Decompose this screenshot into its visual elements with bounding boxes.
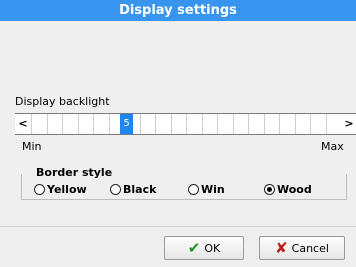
radio-circle (110, 184, 121, 195)
slider-tick (109, 114, 110, 134)
radio-label: Win (201, 183, 225, 196)
slider-decrease-arrow[interactable]: < (15, 114, 31, 134)
ok-label: OK (204, 241, 221, 255)
slider-tick (217, 114, 218, 134)
checkmark-icon: ✔ (187, 238, 201, 257)
slider-tick (326, 114, 327, 134)
slider-tick (31, 114, 32, 134)
slider-min-label: Min (22, 140, 42, 153)
slider-tick (264, 114, 265, 134)
slider-tick (47, 114, 48, 134)
slider-tick (233, 114, 234, 134)
slider-tick (202, 114, 203, 134)
border-style-title: Border style (35, 166, 114, 179)
slider-increase-arrow[interactable]: > (341, 114, 356, 134)
cancel-label: Cancel (291, 241, 329, 255)
slider-thumb[interactable]: 5 (120, 114, 133, 134)
slider-tick (310, 114, 311, 134)
cancel-button[interactable]: ✘ Cancel (259, 236, 345, 260)
slider-tick (155, 114, 156, 134)
slider-tick (171, 114, 172, 134)
radio-wood[interactable]: Wood (264, 183, 312, 197)
slider-tick (93, 114, 94, 134)
backlight-label: Display backlight (15, 95, 110, 108)
radio-circle (34, 184, 45, 195)
backlight-slider[interactable]: < 5 > (15, 113, 356, 135)
display-settings-dialog: Display settings Display backlight < 5 >… (0, 0, 356, 267)
dialog-title: Display settings (0, 0, 356, 21)
radio-circle (188, 184, 199, 195)
radio-label: Yellow (47, 183, 87, 196)
slider-tick (295, 114, 296, 134)
radio-circle (264, 184, 275, 195)
radio-label: Black (123, 183, 157, 196)
radio-label: Wood (277, 183, 312, 196)
slider-tick (279, 114, 280, 134)
slider-tick (62, 114, 63, 134)
slider-tick (186, 114, 187, 134)
radio-yellow[interactable]: Yellow (34, 183, 87, 197)
ok-button[interactable]: ✔ OK (164, 236, 244, 260)
x-mark-icon: ✘ (275, 238, 288, 257)
slider-tick (78, 114, 79, 134)
slider-tick (248, 114, 249, 134)
slider-tick (140, 114, 141, 134)
radio-win[interactable]: Win (188, 183, 225, 197)
button-separator (0, 226, 356, 227)
slider-max-label: Max (321, 140, 344, 153)
radio-black[interactable]: Black (110, 183, 156, 197)
